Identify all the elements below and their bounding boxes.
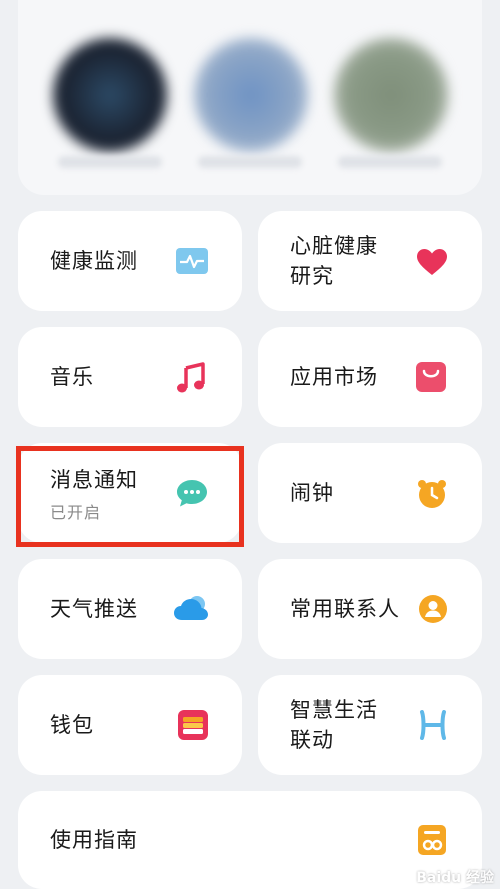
heart-research-card[interactable]: 心脏健康 研究 <box>258 211 482 311</box>
chat-bubble-icon <box>177 480 207 507</box>
app-market-card[interactable]: 应用市场 <box>258 327 482 427</box>
guide-title: 使用指南 <box>50 828 138 852</box>
smart-life-card[interactable]: 智慧生活 联动 <box>258 675 482 775</box>
shopping-bag-icon <box>416 362 446 392</box>
weather-title: 天气推送 <box>50 597 138 621</box>
contacts-title: 常用联系人 <box>290 597 400 621</box>
alarm-title: 闹钟 <box>290 481 334 505</box>
guide-card[interactable]: 使用指南 <box>18 791 482 889</box>
notifications-title: 消息通知 <box>50 468 138 492</box>
cloud-icon <box>174 596 208 620</box>
watermark-text: Baidu 经验 <box>416 870 494 886</box>
alarm-clock-icon <box>418 480 446 508</box>
weather-card[interactable]: 天气推送 <box>18 559 242 659</box>
notifications-status: 已开启 <box>50 503 102 522</box>
guide-book-icon <box>418 825 446 855</box>
contact-icon <box>419 595 447 623</box>
watch-face-label-1 <box>58 156 162 168</box>
heart-research-title-line2: 研究 <box>290 264 334 288</box>
heart-research-title-line1: 心脏健康 <box>290 234 378 258</box>
wallet-card[interactable]: 钱包 <box>18 675 242 775</box>
music-note-icon <box>177 362 205 393</box>
watch-face-label-2 <box>198 156 302 168</box>
watch-face-2[interactable] <box>194 38 308 152</box>
heart-rate-icon <box>176 248 208 274</box>
smart-life-title-line1: 智慧生活 <box>290 698 378 722</box>
app-market-title: 应用市场 <box>290 365 378 389</box>
heart-icon <box>417 249 447 275</box>
watch-face-strip <box>18 0 482 195</box>
contacts-card[interactable]: 常用联系人 <box>258 559 482 659</box>
music-title: 音乐 <box>50 365 94 389</box>
music-card[interactable]: 音乐 <box>18 327 242 427</box>
watch-face-3[interactable] <box>334 38 448 152</box>
watch-face-1[interactable] <box>53 38 167 152</box>
alarm-card[interactable]: 闹钟 <box>258 443 482 543</box>
watch-face-label-3 <box>338 156 442 168</box>
smart-life-title-line2: 联动 <box>290 728 334 752</box>
notifications-card[interactable]: 消息通知 已开启 <box>18 443 242 543</box>
wallet-title: 钱包 <box>50 713 94 737</box>
health-monitor-title: 健康监测 <box>50 249 138 273</box>
smart-link-icon <box>420 710 446 740</box>
wallet-icon <box>178 710 208 740</box>
health-monitor-card[interactable]: 健康监测 <box>18 211 242 311</box>
